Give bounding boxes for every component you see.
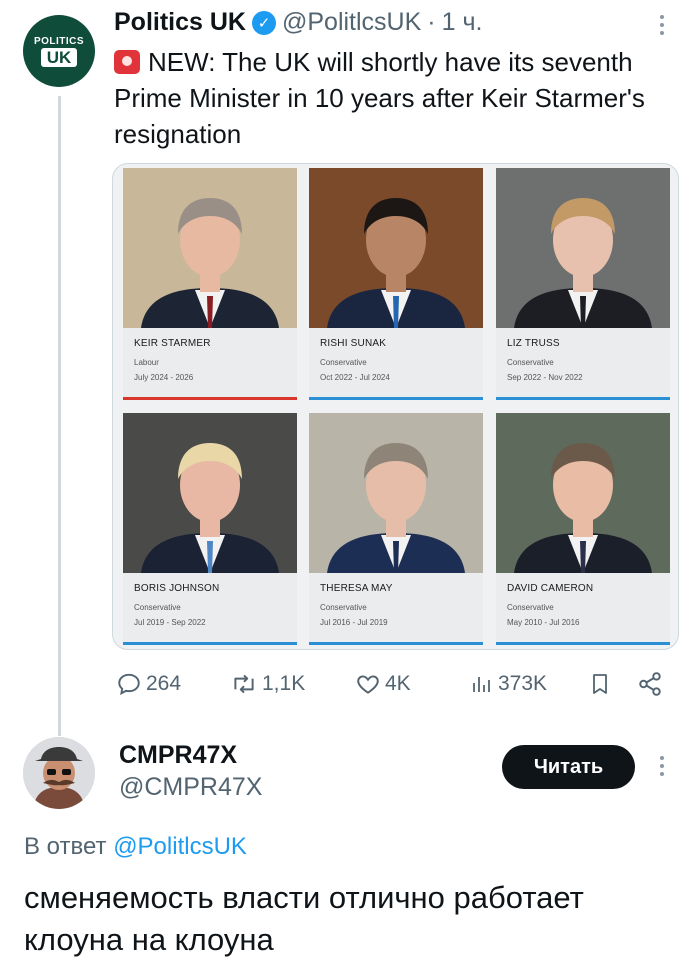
pm-info: DAVID CAMERON Conservative May 2010 - Jul … xyxy=(496,573,670,645)
pm-party: Conservative xyxy=(320,603,367,612)
cartoon-avatar-icon xyxy=(23,737,95,809)
pm-portrait xyxy=(496,168,670,328)
police-light-icon xyxy=(114,50,140,74)
reply-count: 264 xyxy=(146,672,182,695)
pm-name: RISHI SUNAK xyxy=(320,338,387,349)
pm-name: THERESA MAY xyxy=(320,583,393,594)
tweet-header: Politics UK ✓ @PolitlcsUK · 1 ч. xyxy=(114,8,482,37)
pm-party: Conservative xyxy=(507,603,554,612)
pm-info: RISHI SUNAK Conservative Oct 2022 - Jul 20… xyxy=(309,328,483,400)
reply-mention-link[interactable]: @PolitlcsUK xyxy=(113,833,247,860)
pm-info: KEIR STARMER Labour July 2024 - 2026 xyxy=(123,328,297,400)
pm-portrait xyxy=(309,168,483,328)
reply-author-handle[interactable]: @CMPR47X xyxy=(119,773,262,802)
reply-more-options-icon[interactable] xyxy=(655,756,669,776)
tweet-media[interactable]: KEIR STARMER Labour July 2024 - 2026 RISHI … xyxy=(112,163,679,650)
views-count: 373K xyxy=(498,672,548,695)
share-icon xyxy=(639,672,661,696)
pm-card: LIZ TRUSS Conservative Sep 2022 - Nov 2022 xyxy=(496,168,670,400)
pm-info: THERESA MAY Conservative Jul 2016 - Jul 20… xyxy=(309,573,483,645)
verified-badge-icon: ✓ xyxy=(251,10,276,35)
pm-party: Conservative xyxy=(507,358,554,367)
pm-card: RISHI SUNAK Conservative Oct 2022 - Jul 20… xyxy=(309,168,483,400)
tweet-time[interactable]: 1 ч. xyxy=(442,8,483,37)
share-button[interactable] xyxy=(637,666,663,702)
pm-term-dates: July 2024 - 2026 xyxy=(134,373,194,382)
pm-name: LIZ TRUSS xyxy=(507,338,560,349)
pm-name: DAVID CAMERON xyxy=(507,583,594,594)
reply-author-name[interactable]: CMPR47X xyxy=(119,741,237,770)
avatar-text-line2: UK xyxy=(40,47,78,67)
pm-name: BORIS JOHNSON xyxy=(134,583,220,594)
pm-party: Conservative xyxy=(320,358,367,367)
pm-portrait xyxy=(123,413,297,573)
bookmark-button[interactable] xyxy=(588,666,612,702)
reply-prefix: В ответ xyxy=(24,833,107,860)
pm-term-dates: Jul 2016 - Jul 2019 xyxy=(320,618,388,627)
pm-portrait xyxy=(123,168,297,328)
pm-name: KEIR STARMER xyxy=(134,338,211,349)
author-name[interactable]: Politics UK xyxy=(114,8,246,37)
pm-party-bar xyxy=(123,642,297,645)
pm-party-bar xyxy=(496,642,670,645)
tweet-text: NEW: The UK will shortly have its sevent… xyxy=(114,44,689,152)
pm-card: DAVID CAMERON Conservative May 2010 - Jul … xyxy=(496,413,670,645)
avatar-text-line1: POLITICS xyxy=(33,35,85,47)
reply-author-avatar[interactable] xyxy=(23,737,95,809)
pm-portrait xyxy=(496,413,670,573)
pm-party: Conservative xyxy=(134,603,181,612)
tweet-actions: 264 1,1K 4K 373K xyxy=(112,666,682,702)
pm-term-dates: Jul 2019 - Sep 2022 xyxy=(134,618,206,627)
pm-card: KEIR STARMER Labour July 2024 - 2026 xyxy=(123,168,297,400)
follow-button[interactable]: Читать xyxy=(502,745,635,789)
tweet-body: NEW: The UK will shortly have its sevent… xyxy=(114,47,645,149)
pm-info: LIZ TRUSS Conservative Sep 2022 - Nov 2022 xyxy=(496,328,670,400)
repost-count: 1,1K xyxy=(262,672,306,695)
pm-term-dates: Oct 2022 - Jul 2024 xyxy=(320,373,390,382)
views-chart-icon xyxy=(473,677,490,692)
thread-line xyxy=(58,96,61,736)
bookmark-icon xyxy=(593,674,607,694)
pm-party: Labour xyxy=(134,358,159,367)
more-options-icon[interactable] xyxy=(655,15,669,35)
pm-portrait xyxy=(309,413,483,573)
repost-icon xyxy=(234,674,254,694)
pm-card: THERESA MAY Conservative Jul 2016 - Jul 20… xyxy=(309,413,483,645)
replying-to: В ответ @PolitlcsUK xyxy=(24,833,247,861)
reply-button[interactable]: 264 xyxy=(116,666,181,702)
like-count: 4K xyxy=(385,672,411,695)
separator-dot: · xyxy=(427,8,436,36)
author-handle[interactable]: @PolitlcsUK xyxy=(282,8,421,37)
repost-button[interactable]: 1,1K xyxy=(230,666,305,702)
views-button[interactable]: 373K xyxy=(470,666,547,702)
pm-info: BORIS JOHNSON Conservative Jul 2019 - Sep … xyxy=(123,573,297,645)
pm-term-dates: Sep 2022 - Nov 2022 xyxy=(507,373,583,382)
reply-text: сменяемость власти отлично работает клоу… xyxy=(24,880,584,957)
like-button[interactable]: 4K xyxy=(355,666,411,702)
reply-icon xyxy=(118,673,140,695)
pm-card: BORIS JOHNSON Conservative Jul 2019 - Sep … xyxy=(123,413,297,645)
author-avatar[interactable]: POLITICS UK xyxy=(23,15,95,87)
heart-icon xyxy=(357,675,379,694)
pm-party-bar xyxy=(309,642,483,645)
pm-party-bar xyxy=(496,397,670,400)
pm-term-dates: May 2010 - Jul 2016 xyxy=(507,618,580,627)
pm-party-bar xyxy=(309,397,483,400)
pm-party-bar xyxy=(123,397,297,400)
